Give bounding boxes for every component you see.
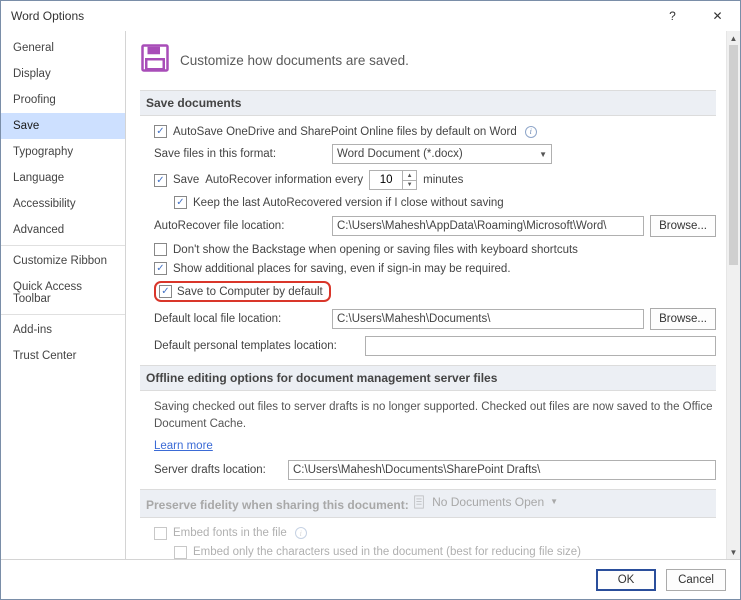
autorecover-minutes-spinner[interactable]: ▲ ▼	[369, 170, 417, 190]
templates-location-input[interactable]	[365, 336, 716, 356]
save-to-computer-highlight: ✓ Save to Computer by default	[154, 281, 331, 302]
learn-more-link[interactable]: Learn more	[154, 440, 213, 452]
fidelity-doc-combo[interactable]: No Documents Open ▼	[412, 495, 558, 509]
autorecover-minutes-input[interactable]	[370, 171, 402, 189]
page-heading: Customize how documents are saved.	[180, 53, 409, 68]
autorecover-label-mid: AutoRecover information every	[205, 174, 363, 186]
keep-last-autorecovered-checkbox[interactable]: ✓	[174, 196, 187, 209]
fidelity-title: Preserve fidelity when sharing this docu…	[146, 498, 409, 512]
close-icon: ✕	[712, 9, 722, 23]
no-backstage-checkbox[interactable]	[154, 243, 167, 256]
autorecover-location-label: AutoRecover file location:	[154, 220, 326, 232]
offline-note: Saving checked out files to server draft…	[140, 397, 716, 436]
sidebar-item-save[interactable]: Save	[1, 113, 125, 139]
document-icon	[412, 495, 426, 509]
scroll-down-icon[interactable]: ▼	[727, 545, 740, 559]
section-save-documents: Save documents	[140, 90, 716, 116]
default-local-location-input[interactable]	[332, 309, 644, 329]
close-button[interactable]: ✕	[695, 1, 740, 31]
autorecover-label-prefix: Save	[173, 174, 199, 186]
sidebar-item-typography[interactable]: Typography	[1, 139, 125, 165]
embed-subset-label: Embed only the characters used in the do…	[193, 546, 581, 558]
titlebar: Word Options ? ✕	[1, 1, 740, 31]
content-pane: Customize how documents are saved. Save …	[126, 31, 740, 559]
templates-location-label: Default personal templates location:	[154, 340, 359, 352]
section-preserve-fidelity: Preserve fidelity when sharing this docu…	[140, 489, 716, 518]
default-local-browse-button[interactable]: Browse...	[650, 308, 716, 330]
window-title: Word Options	[11, 9, 650, 23]
ok-button[interactable]: OK	[596, 569, 656, 591]
vertical-scrollbar[interactable]: ▲ ▼	[726, 31, 740, 559]
sidebar-item-add-ins[interactable]: Add-ins	[1, 317, 125, 343]
sidebar-item-quick-access-toolbar[interactable]: Quick Access Toolbar	[1, 274, 125, 312]
sidebar-item-general[interactable]: General	[1, 35, 125, 61]
info-icon[interactable]: i	[295, 527, 307, 539]
sidebar-item-language[interactable]: Language	[1, 165, 125, 191]
spinner-up-icon[interactable]: ▲	[402, 171, 416, 180]
sidebar-item-display[interactable]: Display	[1, 61, 125, 87]
save-format-value: Word Document (*.docx)	[337, 148, 463, 160]
save-to-computer-label: Save to Computer by default	[177, 286, 323, 298]
save-format-label: Save files in this format:	[154, 148, 326, 160]
save-big-icon	[140, 43, 170, 78]
scrollbar-thumb[interactable]	[729, 45, 738, 265]
scroll-up-icon[interactable]: ▲	[727, 31, 740, 45]
cancel-button[interactable]: Cancel	[666, 569, 726, 591]
autorecover-browse-button[interactable]: Browse...	[650, 215, 716, 237]
sidebar-item-customize-ribbon[interactable]: Customize Ribbon	[1, 248, 125, 274]
chevron-down-icon: ▼	[539, 150, 547, 159]
spinner-down-icon[interactable]: ▼	[402, 180, 416, 189]
server-drafts-label: Server drafts location:	[154, 464, 282, 476]
embed-fonts-label: Embed fonts in the file	[173, 527, 287, 539]
embed-subset-checkbox	[174, 546, 187, 559]
show-additional-places-label: Show additional places for saving, even …	[173, 263, 511, 275]
save-to-computer-checkbox[interactable]: ✓	[159, 285, 172, 298]
sidebar: General Display Proofing Save Typography…	[1, 31, 126, 559]
no-backstage-label: Don't show the Backstage when opening or…	[173, 244, 578, 256]
autosave-online-checkbox[interactable]: ✓	[154, 125, 167, 138]
sidebar-item-trust-center[interactable]: Trust Center	[1, 343, 125, 369]
sidebar-item-accessibility[interactable]: Accessibility	[1, 191, 125, 217]
server-drafts-input[interactable]	[288, 460, 716, 480]
chevron-down-icon: ▼	[550, 497, 558, 506]
autorecover-label-suffix: minutes	[423, 174, 463, 186]
info-icon[interactable]: i	[525, 126, 537, 138]
section-offline-editing: Offline editing options for document man…	[140, 365, 716, 391]
sidebar-item-advanced[interactable]: Advanced	[1, 217, 125, 243]
default-local-location-label: Default local file location:	[154, 313, 326, 325]
scrollbar-track[interactable]	[727, 45, 740, 545]
show-additional-places-checkbox[interactable]: ✓	[154, 262, 167, 275]
dialog-footer: OK Cancel	[1, 559, 740, 599]
save-format-combo[interactable]: Word Document (*.docx) ▼	[332, 144, 552, 164]
help-button[interactable]: ?	[650, 1, 695, 31]
autorecover-location-input[interactable]	[332, 216, 644, 236]
autosave-online-label: AutoSave OneDrive and SharePoint Online …	[173, 126, 517, 138]
keep-last-autorecovered-label: Keep the last AutoRecovered version if I…	[193, 197, 504, 209]
embed-fonts-checkbox[interactable]	[154, 527, 167, 540]
help-icon: ?	[669, 9, 676, 23]
sidebar-item-proofing[interactable]: Proofing	[1, 87, 125, 113]
fidelity-doc-value: No Documents Open	[432, 495, 544, 509]
autorecover-checkbox[interactable]: ✓	[154, 174, 167, 187]
word-options-dialog: Word Options ? ✕ General Display Proofin…	[0, 0, 741, 600]
